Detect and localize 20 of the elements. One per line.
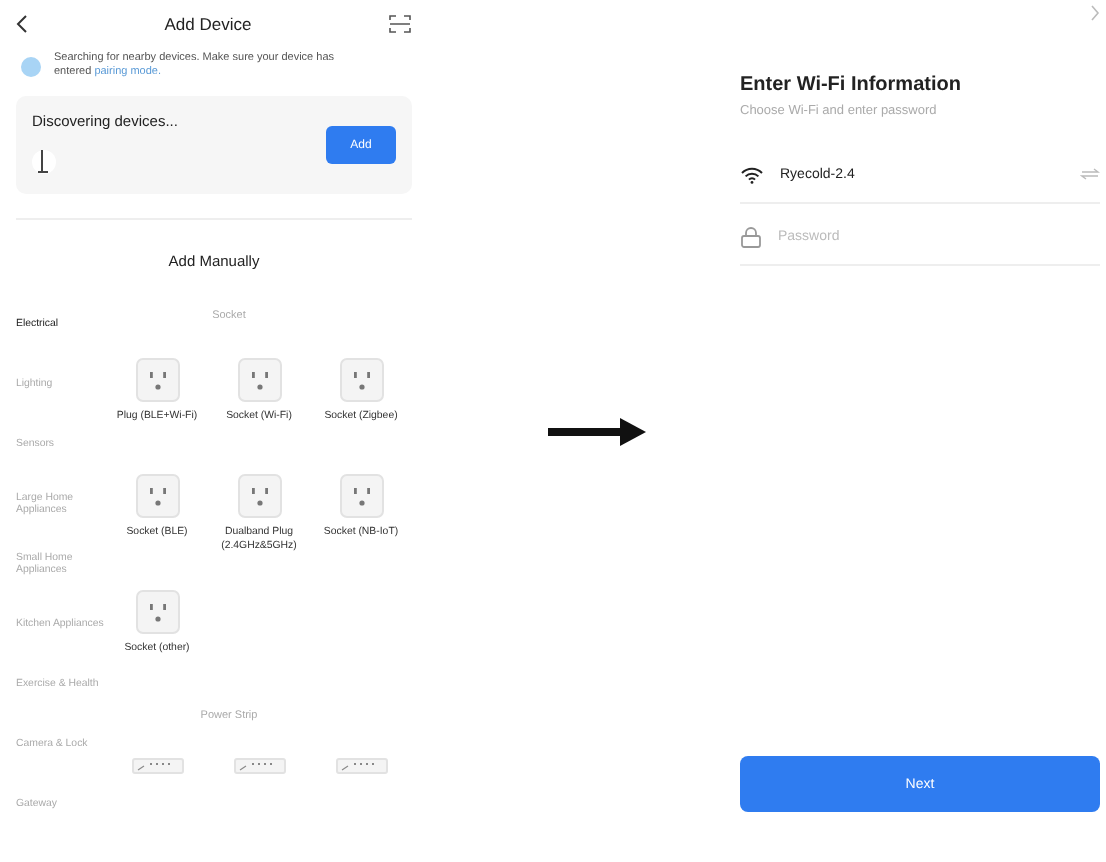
screen-title: Add Device <box>164 14 252 35</box>
power-strip-icon[interactable] <box>233 758 285 774</box>
socket-icon[interactable] <box>135 590 179 634</box>
socket-icon[interactable] <box>135 358 179 402</box>
right-arrow-icon <box>548 415 648 447</box>
power-strip-icon[interactable] <box>131 758 183 774</box>
power-strip-icon[interactable] <box>335 758 387 774</box>
socket-icon[interactable] <box>339 474 383 518</box>
scan-icon[interactable] <box>388 14 412 35</box>
device-icon <box>32 146 56 179</box>
radar-icon <box>20 55 42 78</box>
screen-title: Enter Wi-Fi Information <box>740 74 963 96</box>
wifi-icon <box>740 165 764 183</box>
socket-icon[interactable] <box>237 474 281 518</box>
back-icon[interactable] <box>16 14 28 35</box>
switch-icon[interactable] <box>1080 168 1100 180</box>
lock-icon <box>740 225 762 247</box>
socket-icon[interactable] <box>339 358 383 402</box>
socket-icon[interactable] <box>135 474 179 518</box>
socket-icon[interactable] <box>237 358 281 402</box>
